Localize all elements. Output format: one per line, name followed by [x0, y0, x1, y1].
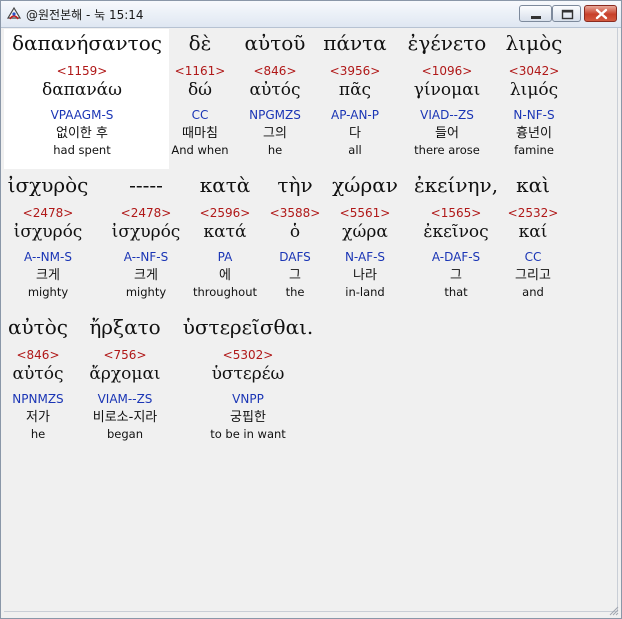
morphology-code: CC [524, 250, 542, 264]
english-gloss: began [106, 427, 143, 441]
morphology-code: VNPP [232, 392, 264, 406]
minimize-button[interactable] [519, 5, 552, 22]
morphology-code: N-NF-S [513, 108, 555, 122]
word-cell[interactable]: λιμὸς <3042> λιμός N-NF-S 흉년이 famine [464, 31, 604, 157]
word-cell[interactable]: ὑστερεῖσθαι. <5302> ὑστερέω VNPP 궁핍한 to be in… [178, 315, 318, 441]
resize-grip-icon[interactable] [609, 606, 619, 616]
strong-number: <756> [103, 348, 147, 362]
word-cell[interactable]: καὶ <2532> καί CC 그리고 and [463, 173, 603, 299]
korean-gloss: 흉년이 [516, 126, 552, 141]
strong-number: <2532> [507, 206, 559, 220]
korean-gloss: 궁핍한 [230, 410, 266, 425]
close-button[interactable] [584, 5, 617, 22]
close-icon [595, 8, 608, 20]
lemma-form: λιμός [509, 80, 559, 100]
english-gloss: famine [514, 143, 554, 157]
maximize-button[interactable] [552, 5, 581, 22]
english-gloss: and [522, 285, 544, 299]
greek-word: καὶ [516, 173, 550, 197]
lemma-form: ἄρχομαι [89, 364, 161, 384]
app-window: @원전본해 - 눅 15:14 δαπανήσαντος <1159> δαπανά… [0, 0, 622, 619]
word-cell[interactable]: ἤρξατο <756> ἄρχομαι VIAM--ZS 비로소-지라 began [55, 315, 195, 441]
lemma-form: καί [518, 222, 548, 242]
lemma-form: ὑστερέω [211, 364, 285, 384]
app-logo-icon [6, 6, 22, 20]
greek-word: ὑστερεῖσθαι. [182, 315, 314, 339]
strong-number: <5302> [222, 348, 274, 362]
minimize-icon [531, 16, 541, 19]
greek-word: ἤρξατο [89, 315, 161, 339]
maximize-icon [561, 9, 574, 20]
korean-gloss: 그리고 [515, 268, 551, 283]
english-gloss: to be in want [210, 427, 286, 441]
morphology-code: VIAM--ZS [97, 392, 153, 406]
window-title: @원전본해 - 눅 15:14 [26, 8, 144, 22]
strong-number: <3042> [508, 64, 560, 78]
greek-word: λιμὸς [505, 31, 563, 55]
title-bar[interactable]: @원전본해 - 눅 15:14 [1, 1, 621, 28]
korean-gloss: 비로소-지라 [92, 410, 158, 425]
